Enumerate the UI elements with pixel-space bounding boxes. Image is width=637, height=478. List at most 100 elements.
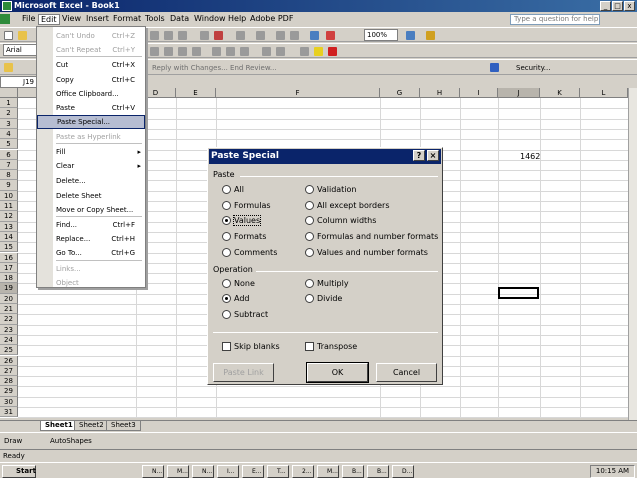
label-skip-blanks[interactable]: Skip blanks <box>234 342 280 351</box>
taskbar-button[interactable]: I... <box>217 465 239 478</box>
menu-data[interactable]: Data <box>170 14 189 23</box>
row-header[interactable]: 7 <box>0 159 18 171</box>
label-paste-formats[interactable]: Formats <box>234 232 266 241</box>
help-icon[interactable] <box>406 31 415 40</box>
checkbox-skip-blanks[interactable] <box>222 342 231 351</box>
row-header[interactable]: 9 <box>0 180 18 191</box>
row-header[interactable]: 11 <box>0 201 18 212</box>
menu-help[interactable]: Help <box>228 14 246 23</box>
borders-icon[interactable] <box>300 47 309 56</box>
label-op-add[interactable]: Add <box>234 294 250 303</box>
row-header[interactable]: 20 <box>0 293 18 304</box>
label-op-multiply[interactable]: Multiply <box>317 279 349 288</box>
open-icon[interactable] <box>18 31 27 40</box>
font-color-icon[interactable] <box>426 31 435 40</box>
currency-icon[interactable] <box>212 47 221 56</box>
autoshapes-menu[interactable]: AutoShapes <box>50 437 92 445</box>
paste-link-button[interactable]: Paste Link <box>213 363 274 382</box>
menu-view[interactable]: View <box>62 14 81 23</box>
edit-menu-item-delete[interactable]: Delete... <box>37 174 145 188</box>
row-header[interactable]: 5 <box>0 139 18 150</box>
label-op-none[interactable]: None <box>234 279 255 288</box>
menu-format[interactable]: Format <box>113 14 141 23</box>
tab-sheet1[interactable]: Sheet1 <box>40 421 78 431</box>
taskbar-button[interactable]: 2... <box>292 465 314 478</box>
increase-indent-icon[interactable] <box>276 47 285 56</box>
row-header[interactable]: 13 <box>0 221 18 232</box>
cancel-button[interactable]: Cancel <box>376 363 437 382</box>
align-center-icon[interactable] <box>164 47 173 56</box>
taskbar-button[interactable]: E... <box>242 465 264 478</box>
redo-icon[interactable] <box>178 31 187 40</box>
row-header[interactable]: 17 <box>0 262 18 274</box>
row-header[interactable]: 16 <box>0 252 18 263</box>
taskbar-button[interactable]: B... <box>342 465 364 478</box>
label-op-divide[interactable]: Divide <box>317 294 342 303</box>
close-button[interactable]: x <box>624 1 635 11</box>
merge-center-icon[interactable] <box>192 47 201 56</box>
row-header[interactable]: 22 <box>0 314 18 325</box>
radio-paste-comments[interactable] <box>222 248 231 257</box>
radio-op-add[interactable] <box>222 294 231 303</box>
row-header[interactable]: 28 <box>0 376 18 387</box>
function-icon[interactable] <box>256 31 265 40</box>
row-header[interactable]: 2 <box>0 108 18 119</box>
column-header-e[interactable]: E <box>176 88 216 98</box>
chart-wizard-icon[interactable] <box>310 31 319 40</box>
edit-menu-item-object[interactable]: Object <box>37 276 145 290</box>
menu-edit[interactable]: Edit <box>38 14 60 25</box>
row-header[interactable]: 8 <box>0 170 18 181</box>
fill-color-icon[interactable] <box>314 47 323 56</box>
taskbar-button[interactable]: T... <box>267 465 289 478</box>
radio-paste-values[interactable] <box>222 216 231 225</box>
row-header[interactable]: 4 <box>0 128 18 140</box>
column-header-h[interactable]: H <box>420 88 460 98</box>
minimize-button[interactable]: _ <box>600 1 611 11</box>
new-icon[interactable] <box>4 31 13 40</box>
edit-menu-item-cut[interactable]: Cut Ctrl+X <box>37 58 145 72</box>
radio-paste-formats[interactable] <box>222 232 231 241</box>
row-header[interactable]: 31 <box>0 407 18 418</box>
edit-menu-item-office-clipboard[interactable]: Office Clipboard... <box>37 87 145 101</box>
radio-paste-validation[interactable] <box>305 185 314 194</box>
edit-menu-item-go-to[interactable]: Go To... Ctrl+G <box>37 246 145 260</box>
zoom-select[interactable]: 100% <box>364 29 398 41</box>
edit-menu-item-paste-special[interactable]: Paste Special... <box>37 115 145 129</box>
taskbar-button[interactable]: N... <box>192 465 214 478</box>
maximize-button[interactable]: □ <box>612 1 623 11</box>
row-header[interactable]: 27 <box>0 365 18 377</box>
tab-sheet3[interactable]: Sheet3 <box>106 421 141 431</box>
edit-menu-item-copy[interactable]: Copy Ctrl+C <box>37 73 145 87</box>
align-left-icon[interactable] <box>150 47 159 56</box>
edit-menu-item-can-t-undo[interactable]: Can't Undo Ctrl+Z <box>37 29 145 43</box>
vertical-scrollbar[interactable] <box>628 88 637 420</box>
cell-j6[interactable]: 1462 <box>520 152 540 161</box>
dialog-help-button[interactable]: ? <box>413 150 425 161</box>
undo-icon[interactable] <box>164 31 173 40</box>
edit-menu-item-links[interactable]: Links... <box>37 262 145 276</box>
radio-op-none[interactable] <box>222 279 231 288</box>
dialog-close-button[interactable]: × <box>427 150 439 161</box>
radio-formulas-number-formats[interactable] <box>305 232 314 241</box>
row-header[interactable]: 12 <box>0 211 18 222</box>
taskbar-button[interactable]: M... <box>317 465 339 478</box>
row-header[interactable]: 19 <box>0 283 18 294</box>
row-header[interactable]: 30 <box>0 396 18 407</box>
row-header[interactable]: 29 <box>0 386 18 397</box>
label-values-number-formats[interactable]: Values and number formats <box>317 248 428 257</box>
radio-paste-all[interactable] <box>222 185 231 194</box>
radio-op-subtract[interactable] <box>222 310 231 319</box>
row-header[interactable]: 3 <box>0 118 18 129</box>
edit-menu-item-can-t-repeat[interactable]: Can't Repeat Ctrl+Y <box>37 43 145 57</box>
edit-menu-item-move-or-copy-sheet[interactable]: Move or Copy Sheet... <box>37 203 145 217</box>
hyperlink-icon[interactable] <box>200 31 209 40</box>
delete-icon[interactable] <box>214 31 223 40</box>
security-button[interactable]: Security... <box>516 64 550 72</box>
menu-tools[interactable]: Tools <box>145 14 165 23</box>
edit-menu-item-find[interactable]: Find... Ctrl+F <box>37 218 145 232</box>
column-header-k[interactable]: K <box>540 88 580 98</box>
row-header[interactable]: 23 <box>0 324 18 335</box>
column-header-f[interactable]: F <box>216 88 380 98</box>
draw-menu[interactable]: Draw <box>4 437 22 445</box>
row-header[interactable]: 24 <box>0 334 18 346</box>
